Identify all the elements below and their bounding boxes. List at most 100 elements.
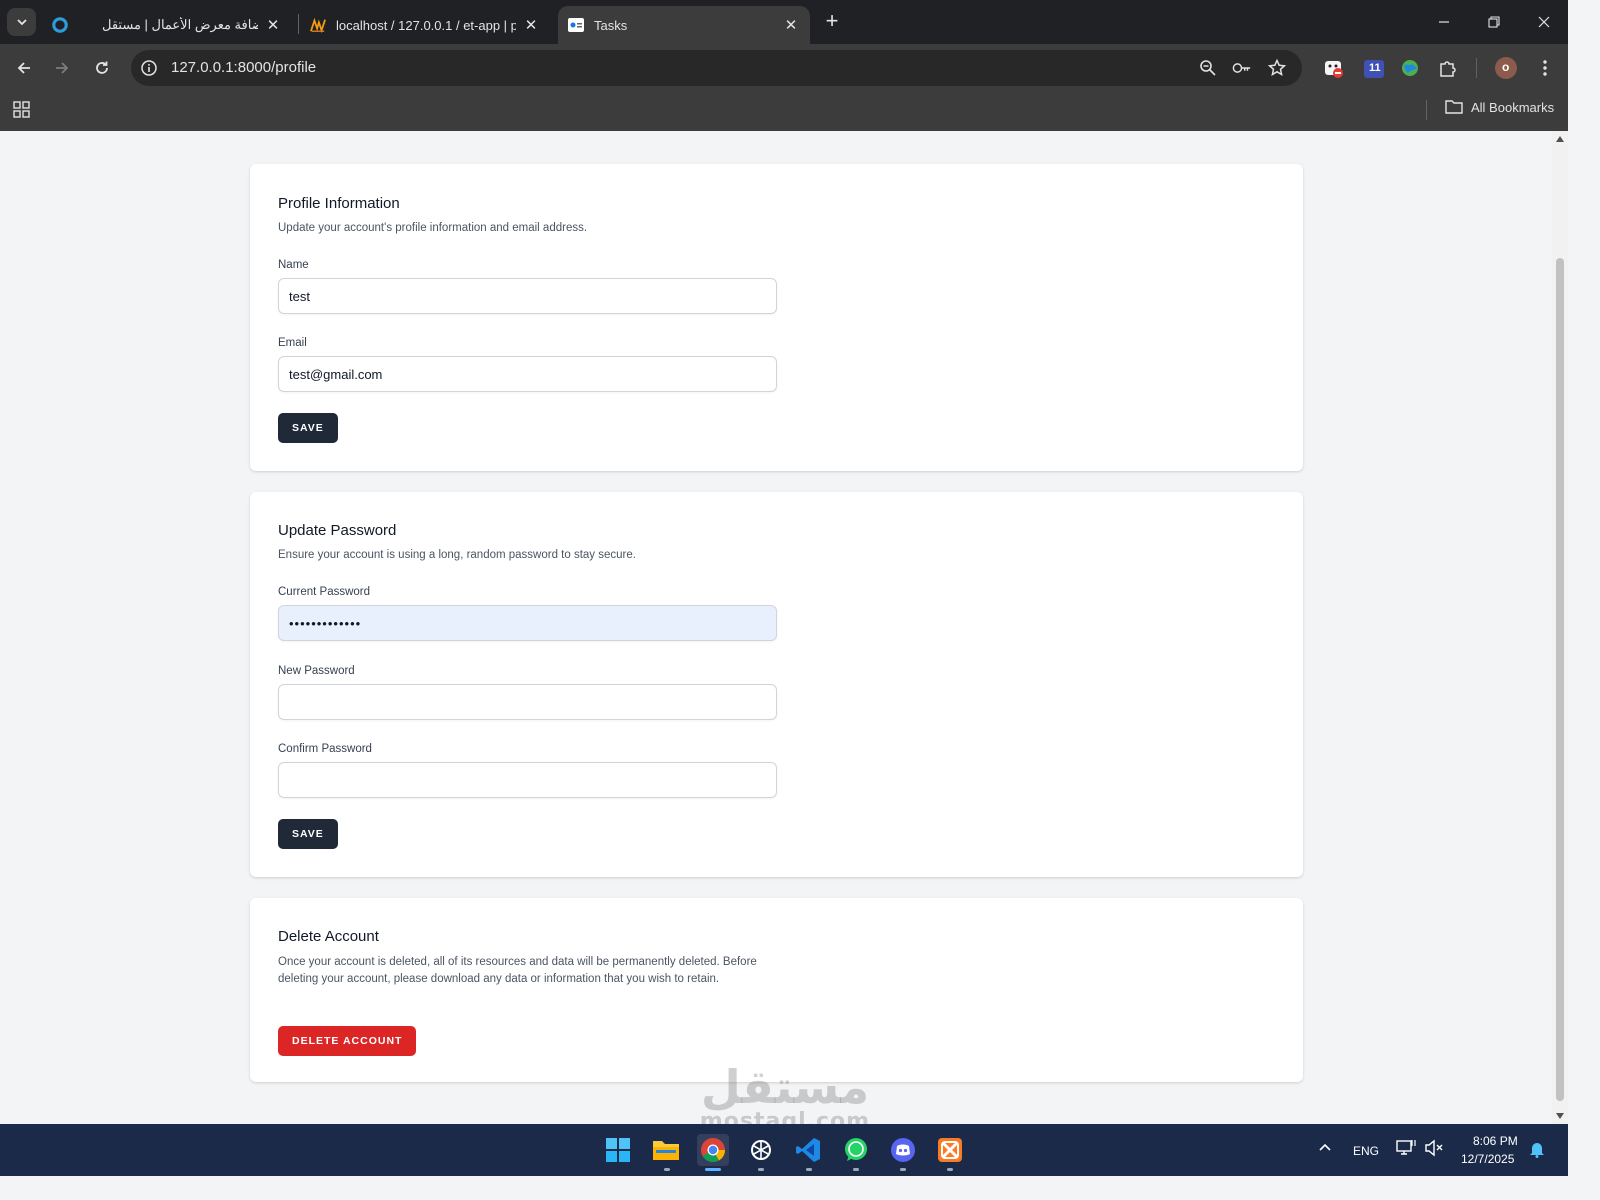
phpmyadmin-favicon-icon — [310, 17, 326, 33]
extension-mascot-icon[interactable] — [1322, 56, 1346, 80]
extensions-puzzle-icon[interactable] — [1436, 56, 1460, 80]
apps-grid-icon[interactable] — [12, 100, 32, 120]
network-icon[interactable] — [1396, 1139, 1416, 1162]
close-tab-icon[interactable]: ✕ — [264, 16, 282, 34]
browser-toolbar: 127.0.0.1:8000/profile 11 o — [0, 44, 1568, 92]
close-icon — [1538, 16, 1550, 28]
email-label: Email — [278, 337, 307, 349]
current-password-input[interactable] — [278, 605, 777, 641]
forward-button[interactable] — [48, 54, 76, 82]
toolbar-divider — [1476, 58, 1477, 78]
name-label: Name — [278, 259, 309, 271]
all-bookmarks-label: All Bookmarks — [1471, 99, 1555, 115]
bookmarks-bar: All Bookmarks — [0, 92, 1568, 131]
profile-information-card: Profile Information Update your account'… — [250, 164, 1303, 471]
new-password-input[interactable] — [278, 684, 777, 720]
scrollbar-thumb[interactable] — [1556, 258, 1564, 1101]
email-input[interactable] — [278, 356, 777, 392]
chrome-button[interactable] — [697, 1134, 729, 1166]
tab-phpmyadmin[interactable]: localhost / 127.0.0.1 / et-app | p ✕ — [300, 6, 550, 44]
restore-icon — [1488, 16, 1500, 28]
discord-icon — [891, 1138, 915, 1162]
minimize-icon — [1439, 21, 1449, 23]
chevron-down-icon — [16, 19, 27, 26]
address-bar[interactable]: 127.0.0.1:8000/profile — [131, 50, 1302, 86]
delete-account-card: Delete Account Once your account is dele… — [250, 898, 1303, 1082]
confirm-password-label: Confirm Password — [278, 743, 372, 755]
input-language[interactable]: ENG — [1353, 1144, 1379, 1158]
running-indicator — [758, 1168, 764, 1171]
bookmarks-divider — [1426, 100, 1427, 120]
profile-avatar[interactable]: o — [1494, 56, 1518, 80]
tab-search-button[interactable] — [7, 8, 36, 36]
running-indicator — [664, 1168, 670, 1171]
whatsapp-button[interactable] — [840, 1134, 872, 1166]
new-password-label: New Password — [278, 665, 355, 677]
clock-date[interactable]: 12/7/2025 — [1461, 1152, 1514, 1166]
profile-information-title: Profile Information — [278, 195, 400, 212]
current-password-label: Current Password — [278, 586, 371, 598]
file-explorer-button[interactable] — [650, 1134, 682, 1166]
tab-divider — [298, 14, 299, 34]
back-button[interactable] — [10, 54, 38, 82]
tab-tasks[interactable]: Tasks ✕ — [558, 6, 810, 44]
tab-mostaql[interactable]: إضافة معرض الأعمال | مستقل ✕ — [42, 6, 292, 44]
xampp-icon — [938, 1138, 962, 1162]
xampp-button[interactable] — [934, 1134, 966, 1166]
browser-menu-icon[interactable] — [1533, 56, 1557, 80]
extension-badge-icon[interactable]: 11 — [1362, 56, 1386, 80]
scroll-down-arrow-icon[interactable] — [1556, 1113, 1564, 1119]
site-info-icon[interactable] — [140, 59, 158, 77]
bookmark-star-icon[interactable] — [1267, 58, 1287, 78]
folder-icon — [1445, 100, 1463, 114]
running-indicator — [900, 1168, 906, 1171]
chatgpt-button[interactable] — [745, 1134, 777, 1166]
running-indicator — [806, 1168, 812, 1171]
all-bookmarks-button[interactable]: All Bookmarks — [1445, 99, 1554, 115]
delete-account-title: Delete Account — [278, 928, 379, 945]
extension-badge-count: 11 — [1369, 62, 1381, 74]
volume-muted-icon[interactable] — [1424, 1139, 1444, 1162]
page-scrollbar[interactable] — [1552, 131, 1568, 1124]
close-tab-icon[interactable]: ✕ — [522, 16, 540, 34]
update-password-card: Update Password Ensure your account is u… — [250, 492, 1303, 877]
whatsapp-icon — [845, 1138, 867, 1161]
profile-information-description: Update your account's profile informatio… — [278, 222, 588, 234]
discord-button[interactable] — [887, 1134, 919, 1166]
start-button[interactable] — [602, 1134, 634, 1166]
reload-button[interactable] — [88, 54, 116, 82]
notification-bell-icon[interactable] — [1529, 1140, 1545, 1163]
tab-title: إضافة معرض الأعمال | مستقل — [102, 17, 258, 32]
scroll-up-arrow-icon[interactable] — [1556, 136, 1564, 142]
back-arrow-icon — [17, 62, 30, 74]
vscode-button[interactable] — [792, 1134, 824, 1166]
save-profile-button[interactable]: Save — [278, 413, 338, 443]
close-window-button[interactable] — [1521, 8, 1567, 36]
running-indicator — [853, 1168, 859, 1171]
url-text: 127.0.0.1:8000/profile — [171, 59, 317, 76]
extension-globe-icon[interactable] — [1398, 56, 1422, 80]
minimize-button[interactable] — [1421, 8, 1467, 36]
page-viewport: Profile Information Update your account'… — [0, 131, 1552, 1124]
windows-taskbar: ENG 8:06 PM 12/7/2025 — [0, 1124, 1568, 1176]
tab-strip: إضافة معرض الأعمال | مستقل ✕ localhost /… — [0, 0, 1568, 44]
confirm-password-input[interactable] — [278, 762, 777, 798]
tab-title: localhost / 127.0.0.1 / et-app | p — [336, 17, 516, 33]
close-tab-icon[interactable]: ✕ — [782, 16, 800, 34]
delete-account-button[interactable]: Delete Account — [278, 1026, 417, 1056]
password-key-icon[interactable] — [1232, 58, 1252, 78]
update-password-title: Update Password — [278, 522, 397, 539]
save-password-button[interactable]: Save — [278, 819, 338, 849]
profile-initial: o — [1502, 60, 1510, 74]
zoom-icon[interactable] — [1198, 58, 1218, 78]
restore-button[interactable] — [1471, 8, 1517, 36]
new-tab-button[interactable]: + — [820, 10, 844, 34]
reload-icon — [96, 61, 108, 74]
delete-account-description: Once your account is deleted, all of its… — [278, 956, 757, 985]
name-input[interactable] — [278, 278, 777, 314]
mostaql-favicon-icon — [52, 17, 68, 33]
folder-icon — [653, 1141, 679, 1160]
tray-overflow-chevron-icon[interactable] — [1318, 1140, 1332, 1159]
vscode-icon — [796, 1138, 820, 1162]
clock-time[interactable]: 8:06 PM — [1473, 1134, 1518, 1148]
